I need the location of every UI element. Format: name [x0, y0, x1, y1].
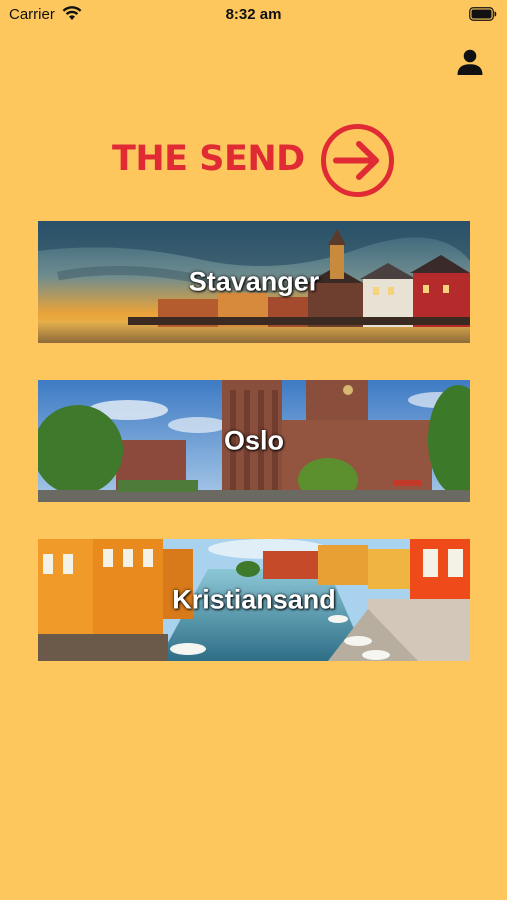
city-label-kristiansand: Kristiansand [172, 584, 336, 615]
battery-icon [469, 7, 497, 21]
profile-button[interactable] [456, 48, 484, 76]
city-card-stavanger[interactable]: Stavanger [38, 221, 470, 343]
city-label-stavanger: Stavanger [188, 266, 320, 297]
city-label-oslo: Oslo [223, 425, 284, 456]
logo-text: THE SEND [112, 139, 305, 179]
person-icon [457, 49, 483, 75]
status-bar: Carrier 8:32 am [0, 0, 507, 30]
app-logo: THE SEND [112, 123, 397, 198]
city-card-kristiansand[interactable]: Kristiansand [38, 539, 470, 661]
arrow-circle-right-icon [321, 124, 394, 197]
city-card-oslo[interactable]: Oslo [38, 380, 470, 502]
clock-time: 8:32 am [225, 6, 282, 23]
